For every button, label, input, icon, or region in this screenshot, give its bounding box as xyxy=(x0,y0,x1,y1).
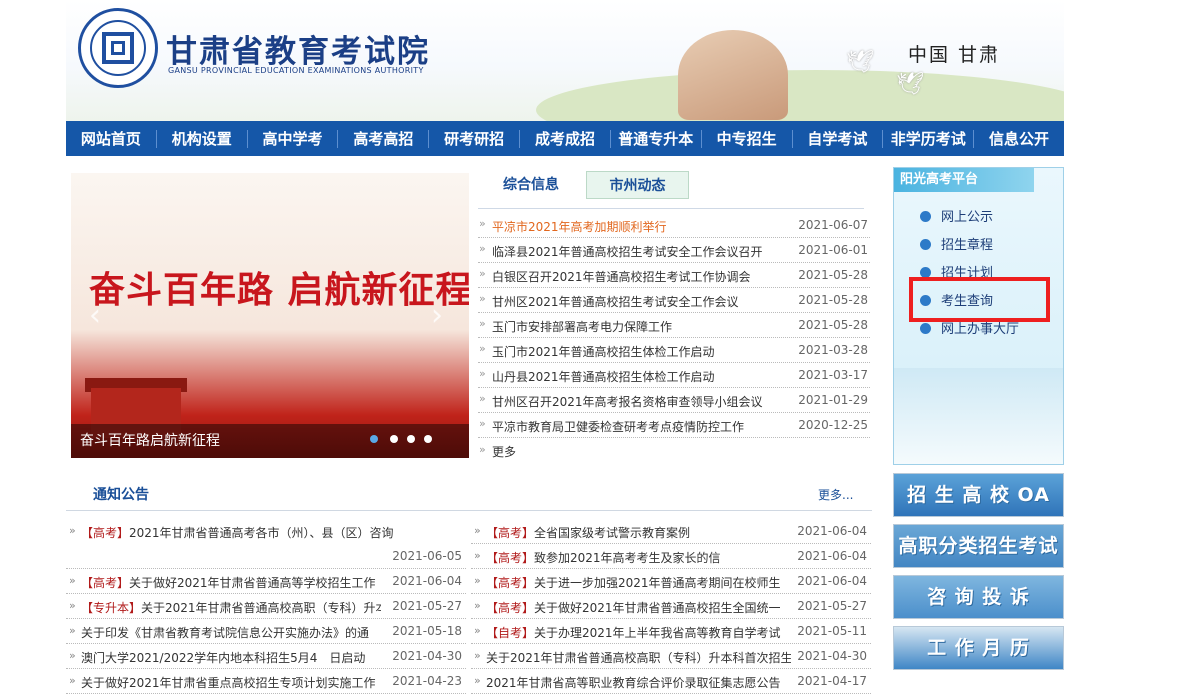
dove-icon: 🕊 xyxy=(846,50,874,75)
oa-button[interactable]: 招 生 高 校 OA xyxy=(893,473,1064,517)
news-item[interactable]: » 白银区召开2021年普通高校招生考试工作协调会 2021-05-28 xyxy=(478,263,870,288)
news-item[interactable]: » 甘州区召开2021年高考报名资格审查领导小组会议 2021-01-29 xyxy=(478,388,870,413)
bullet-icon xyxy=(920,239,931,250)
site-subtitle: GANSU PROVINCIAL EDUCATION EXAMINATIONS … xyxy=(168,66,424,75)
bullet-icon: » xyxy=(479,292,486,305)
bullet-icon: » xyxy=(474,674,481,687)
slide-dot[interactable] xyxy=(390,435,398,443)
bullet-icon: » xyxy=(69,674,76,687)
nav-item-self-study[interactable]: 自学考试 xyxy=(791,129,883,148)
slide-dot[interactable] xyxy=(370,435,378,443)
next-arrow-icon[interactable]: › xyxy=(431,298,443,333)
region-label: 中国 甘肃 xyxy=(908,44,1001,66)
tab-city-news[interactable]: 市州动态 xyxy=(586,171,689,199)
nav-item-adult-exam[interactable]: 成考成招 xyxy=(519,129,610,148)
tab-general-info[interactable]: 综合信息 xyxy=(488,171,574,199)
news-more-link[interactable]: 更多 xyxy=(492,443,516,460)
graduates-image xyxy=(894,368,1063,464)
bullet-icon: » xyxy=(474,624,481,637)
bullet-icon: » xyxy=(474,574,481,587)
news-item[interactable]: » 山丹县2021年普通高校招生体检工作启动 2021-03-17 xyxy=(478,363,870,388)
notice-title: 通知公告 xyxy=(93,487,149,503)
bullet-icon: » xyxy=(474,649,481,662)
bullet-icon: » xyxy=(479,417,486,430)
notice-item[interactable]: » 【专升本】关于2021年甘肃省普通高校高职（专科）升本 2021-05-27 xyxy=(66,594,466,619)
platform-title: 阳光高考平台 xyxy=(894,168,1034,192)
notice-item[interactable]: » 【自考】关于办理2021年上半年我省高等教育自学考试 2021-05-11 xyxy=(471,619,871,644)
notice-more-link[interactable]: 更多... xyxy=(818,486,853,503)
nav-item-organization[interactable]: 机构设置 xyxy=(155,129,247,148)
news-item[interactable]: » 平凉市教育局卫健委检查研考考点疫情防控工作 2020-12-25 xyxy=(478,413,870,438)
bullet-icon: » xyxy=(474,599,481,612)
notice-item[interactable]: » 【高考】全省国家级考试警示教育案例 2021-06-04 xyxy=(471,519,871,544)
consult-complaint-button[interactable]: 咨 询 投 诉 xyxy=(893,575,1064,619)
bullet-icon: » xyxy=(479,267,486,280)
bullet-icon: » xyxy=(479,317,486,330)
news-item[interactable]: » 玉门市安排部署高考电力保障工作 2021-05-28 xyxy=(478,313,870,338)
bullet-icon: » xyxy=(479,342,486,355)
bullet-icon: » xyxy=(474,549,481,562)
header-hill xyxy=(536,70,1064,121)
notice-item[interactable]: » 澳门大学2021/2022学年内地本科招生5月4 日启动 2021-04-30 xyxy=(66,644,466,669)
divider xyxy=(478,208,864,209)
bullet-icon: » xyxy=(69,524,76,537)
mother-river-statue xyxy=(678,30,788,120)
notice-item[interactable]: » 关于做好2021年甘肃省重点高校招生专项计划实施工作 2021-04-23 xyxy=(66,669,466,694)
notice-item[interactable]: » 2021年甘肃省高等职业教育综合评价录取征集志愿公告 2021-04-17 xyxy=(471,669,871,694)
vocational-exam-button[interactable]: 高职分类招生考试 xyxy=(893,524,1064,568)
bullet-icon: » xyxy=(474,524,481,537)
bullet-icon: » xyxy=(69,599,76,612)
prev-arrow-icon[interactable]: ‹ xyxy=(89,298,101,333)
news-item[interactable]: » 玉门市2021年普通高校招生体检工作启动 2021-03-28 xyxy=(478,338,870,363)
notice-item[interactable]: » 关于2021年甘肃省普通高校高职（专科）升本科首次招生 2021-04-30 xyxy=(471,644,871,669)
work-calendar-button[interactable]: 工 作 月 历 xyxy=(893,626,1064,670)
nav-item-graduate-exam[interactable]: 研考研招 xyxy=(428,129,519,148)
highlight-box xyxy=(909,277,1050,322)
bullet-icon: » xyxy=(479,443,486,456)
platform-item-admission-rules[interactable]: 招生章程 xyxy=(920,234,993,253)
bullet-icon: » xyxy=(479,392,486,405)
notice-item[interactable]: » 关于印发《甘肃省教育考试院信息公开实施办法》的通 2021-05-18 xyxy=(66,619,466,644)
slide-dot[interactable] xyxy=(424,435,432,443)
notice-item-date-row: 2021-06-05 xyxy=(66,544,466,569)
bullet-icon: » xyxy=(479,367,486,380)
notice-item[interactable]: » 【高考】关于进一步加强2021年普通高考期间在校师生 2021-06-04 xyxy=(471,569,871,594)
news-item[interactable]: » 甘州区2021年普通高校招生考试安全工作会议 2021-05-28 xyxy=(478,288,870,313)
nav-item-non-degree[interactable]: 非学历考试 xyxy=(882,129,973,148)
banner-caption[interactable]: 奋斗百年路启航新征程 xyxy=(80,430,220,450)
banner-slogan: 奋斗百年路 启航新征程 xyxy=(89,270,469,311)
notice-item[interactable]: » 【高考】关于做好2021年甘肃省普通高校招生全国统一 2021-05-27 xyxy=(471,594,871,619)
notice-item[interactable]: » 【高考】2021年甘肃省普通高考各市（州）、县（区）咨询 xyxy=(66,519,466,544)
nav-item-gaokao[interactable]: 高考高招 xyxy=(337,129,428,148)
nav-item-high-school-exam[interactable]: 高中学考 xyxy=(246,129,338,148)
notice-item[interactable]: » 【高考】致参加2021年高考考生及家长的信 2021-06-04 xyxy=(471,544,871,569)
platform-item-public-notice[interactable]: 网上公示 xyxy=(920,206,993,225)
dove-icon: 🕊 xyxy=(896,72,924,97)
news-item[interactable]: » 平凉市2021年高考加期顺利举行 2021-06-07 xyxy=(478,213,870,238)
site-title: 甘肃省教育考试院 xyxy=(166,34,430,70)
news-item[interactable]: » 临泽县2021年普通高校招生考试安全工作会议召开 2021-06-01 xyxy=(478,238,870,263)
site-logo[interactable] xyxy=(78,8,158,88)
nav-item-upgrade-exam[interactable]: 普通专升本 xyxy=(609,129,701,148)
bullet-icon: » xyxy=(69,649,76,662)
bullet-icon: » xyxy=(479,217,486,230)
nav-item-disclosure[interactable]: 信息公开 xyxy=(973,129,1064,148)
site-header: 🕊 🕊 甘肃省教育考试院 GANSU PROVINCIAL EDUCATION … xyxy=(66,0,1064,121)
nav-item-home[interactable]: 网站首页 xyxy=(66,130,156,148)
bullet-icon: » xyxy=(69,574,76,587)
nav-item-secondary-vocational[interactable]: 中专招生 xyxy=(700,129,792,148)
notice-item[interactable]: » 【高考】关于做好2021年甘肃省普通高等学校招生工作 2021-06-04 xyxy=(66,569,466,594)
main-nav: 网站首页 机构设置 高中学考 高考高招 研考研招 成考成招 普通专升本 中专招生… xyxy=(66,121,1064,156)
banner-slider[interactable]: 奋斗百年路 启航新征程 ‹ › 奋斗百年路启航新征程 xyxy=(71,173,469,458)
bullet-icon xyxy=(920,211,931,222)
divider xyxy=(66,510,872,511)
slide-dot[interactable] xyxy=(407,435,415,443)
bullet-icon xyxy=(920,323,931,334)
bullet-icon: » xyxy=(479,242,486,255)
bullet-icon: » xyxy=(69,624,76,637)
